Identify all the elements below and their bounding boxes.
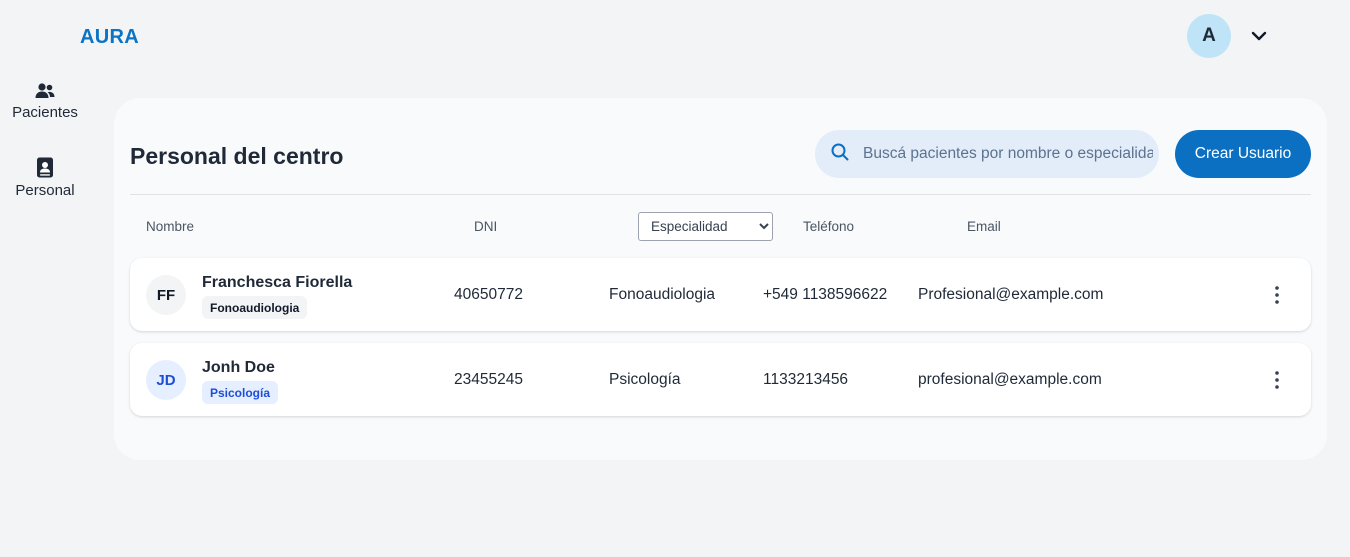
sidebar-item-label: Personal: [15, 182, 75, 199]
contact-book-icon: [36, 157, 54, 178]
staff-panel: Personal del centro Crear Usuario Nombre…: [114, 98, 1327, 460]
avatar: FF: [146, 275, 186, 315]
email-cell: Profesional@example.com: [918, 286, 1104, 303]
sidebar-item-pacientes[interactable]: Pacientes: [0, 82, 90, 121]
create-user-button[interactable]: Crear Usuario: [1175, 130, 1311, 178]
search-box[interactable]: [815, 130, 1159, 178]
user-avatar[interactable]: A: [1187, 14, 1231, 58]
app-logo[interactable]: AURA: [80, 26, 139, 49]
specialty-cell: Psicología: [609, 371, 681, 388]
email-cell: profesional@example.com: [918, 371, 1102, 388]
specialty-badge: Psicología: [202, 381, 279, 404]
staff-name: Franchesca Fiorella: [202, 274, 353, 291]
column-header-nombre: Nombre: [146, 219, 195, 234]
column-header-telefono: Teléfono: [803, 219, 855, 234]
especialidad-filter-select[interactable]: Especialidad: [638, 212, 773, 241]
dni-cell: 40650772: [454, 286, 523, 303]
page-title: Personal del centro: [130, 143, 344, 169]
users-icon: [35, 82, 55, 100]
more-options-icon[interactable]: [1266, 367, 1288, 393]
search-icon: [831, 143, 849, 166]
sidebar-item-personal[interactable]: Personal: [0, 157, 90, 199]
dni-cell: 23455245: [454, 371, 523, 388]
phone-cell: +549 1138596622: [763, 286, 888, 303]
specialty-badge: Fonoaudiologia: [202, 296, 308, 319]
table-row[interactable]: FF Franchesca Fiorella Fonoaudiologia 40…: [130, 258, 1311, 331]
avatar: JD: [146, 360, 186, 400]
column-header-dni: DNI: [474, 219, 498, 234]
column-header-email: Email: [967, 219, 1001, 234]
divider: [130, 194, 1311, 195]
search-input[interactable]: [863, 145, 1153, 163]
staff-name: Jonh Doe: [202, 359, 275, 376]
table-row[interactable]: JD Jonh Doe Psicología 23455245 Psicolog…: [130, 343, 1311, 416]
more-options-icon[interactable]: [1266, 282, 1288, 308]
chevron-down-icon[interactable]: [1249, 26, 1269, 46]
phone-cell: 1133213456: [763, 371, 849, 388]
specialty-cell: Fonoaudiologia: [609, 286, 716, 303]
sidebar-item-label: Pacientes: [12, 104, 78, 121]
